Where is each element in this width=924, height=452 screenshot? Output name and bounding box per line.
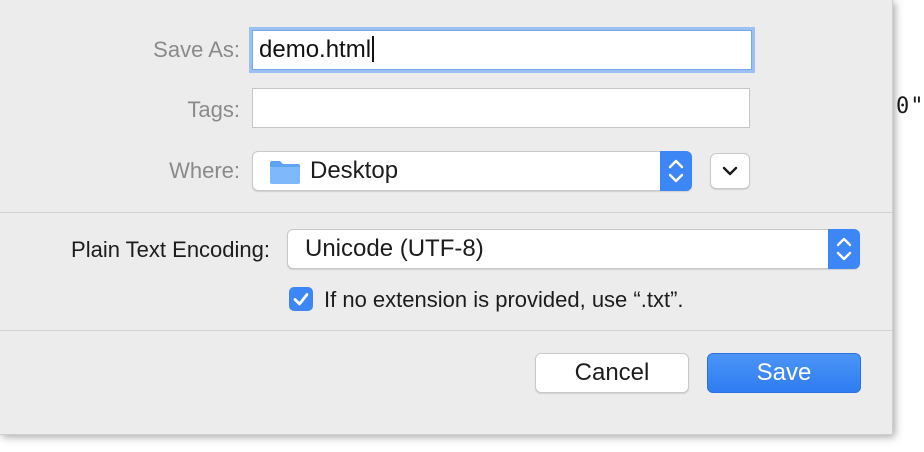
where-label: Where: bbox=[169, 158, 240, 183]
encoding-label: Plain Text Encoding: bbox=[71, 237, 270, 262]
expand-dialog-button[interactable] bbox=[710, 153, 750, 189]
checkmark-icon bbox=[293, 293, 309, 306]
up-down-chevron-icon bbox=[836, 237, 852, 261]
up-down-chevron-icon bbox=[668, 159, 684, 183]
save-as-value: demo.html bbox=[259, 36, 372, 63]
section-divider-top bbox=[0, 212, 892, 213]
text-caret bbox=[372, 36, 375, 62]
background-window-text: 0" bbox=[896, 94, 924, 119]
chevron-down-icon bbox=[722, 166, 738, 176]
where-stepper[interactable] bbox=[660, 151, 692, 191]
encoding-value: Unicode (UTF-8) bbox=[305, 235, 484, 262]
where-value: Desktop bbox=[310, 157, 399, 184]
save-dialog: Save As: demo.html Tags: Where: Desktop … bbox=[0, 0, 893, 435]
folder-icon bbox=[270, 161, 300, 184]
tags-input[interactable] bbox=[252, 88, 750, 128]
where-popup[interactable]: Desktop bbox=[252, 151, 692, 191]
cancel-button[interactable]: Cancel bbox=[535, 353, 689, 393]
extension-checkbox-label[interactable]: If no extension is provided, use “.txt”. bbox=[324, 287, 684, 313]
section-divider-bottom bbox=[0, 330, 892, 331]
save-as-label: Save As: bbox=[153, 37, 240, 62]
tags-label: Tags: bbox=[187, 97, 240, 122]
encoding-stepper[interactable] bbox=[828, 229, 860, 269]
extension-checkbox[interactable] bbox=[289, 287, 313, 311]
save-as-input[interactable]: demo.html bbox=[252, 30, 752, 70]
save-button[interactable]: Save bbox=[707, 353, 861, 393]
encoding-popup[interactable]: Unicode (UTF-8) bbox=[287, 229, 860, 269]
